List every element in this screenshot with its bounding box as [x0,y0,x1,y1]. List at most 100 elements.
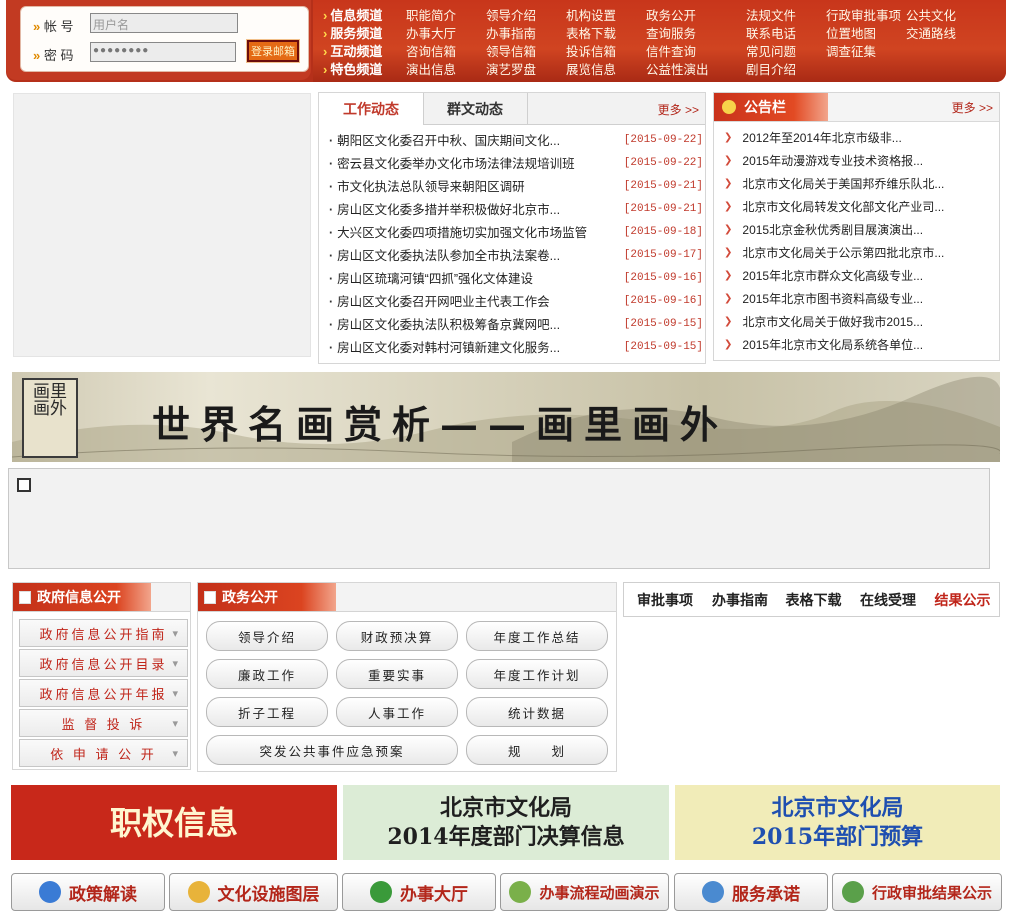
nav-link[interactable]: 公益性演出 [646,59,709,78]
notice-title[interactable]: 2015北京金秋优秀剧目展演演出... [742,221,923,238]
nav-link[interactable]: 法规文件 [746,5,796,24]
notice-more-link[interactable]: 更多 >> [952,99,993,116]
nav-link[interactable]: 演出信息 [406,59,456,78]
nav-link[interactable]: 常见问题 [746,41,796,60]
approval-tab[interactable]: 审批事项 [627,586,704,614]
nav-link[interactable]: 调查征集 [826,41,876,60]
nav-link[interactable]: 查询服务 [646,23,696,42]
news-item[interactable]: 房山区琉璃河镇“四抓”强化文体建设 [2015-09-16] [329,266,703,289]
news-more-link[interactable]: 更多 >> [658,101,699,118]
gov-affairs-link[interactable]: 财政预决算 [336,621,458,651]
gov-info-link[interactable]: 监 督 投 诉 [19,709,188,737]
approval-tab[interactable]: 办事指南 [703,586,778,614]
tab-mass-culture-news[interactable]: 群文动态 [423,93,528,124]
gov-info-link[interactable]: 依 申 请 公 开 [19,739,188,767]
news-item[interactable]: 房山区文化委召开网吧业主代表工作会 [2015-09-16] [329,289,703,312]
login-button[interactable]: 登录邮箱 [246,39,300,63]
gov-affairs-link[interactable]: 统计数据 [466,697,608,727]
news-item[interactable]: 房山区文化委执法队积极筹备京冀网吧... [2015-09-15] [329,312,703,335]
gov-info-link[interactable]: 政府信息公开年报 [19,679,188,707]
gov-affairs-link[interactable]: 折子工程 [206,697,328,727]
notice-item[interactable]: ❯ 2015年动漫游戏专业技术资格报... [724,149,994,172]
media-player[interactable] [8,468,990,569]
notice-title[interactable]: 北京市文化局关于公示第四批北京市... [742,244,944,261]
gov-affairs-link[interactable]: 领导介绍 [206,621,328,651]
nav-link[interactable]: 办事指南 [486,23,536,42]
approval-tab[interactable]: 在线受理 [850,586,927,614]
notice-item[interactable]: ❯ 2015年北京市文化局系统各单位... [724,333,994,356]
news-title[interactable]: 朝阳区文化委召开中秋、国庆期间文化... [329,130,560,149]
news-item[interactable]: 市文化执法总队领导来朝阳区调研 [2015-09-21] [329,174,703,197]
nav-link[interactable]: 交通路线 [906,23,956,42]
nav-link[interactable]: 演艺罗盘 [486,59,536,78]
gov-affairs-link[interactable]: 突发公共事件应急预案 [206,735,458,765]
nav-link[interactable]: 投诉信箱 [566,41,616,60]
notice-item[interactable]: ❯ 北京市文化局关于美国邦乔维乐队北... [724,172,994,195]
video-icon[interactable] [17,478,31,492]
news-item[interactable]: 房山区文化委对韩村河镇新建文化服务... [2015-09-15] [329,335,703,358]
nav-link[interactable]: 公共文化 [906,5,956,24]
news-title[interactable]: 房山区文化委对韩村河镇新建文化服务... [329,337,560,356]
bottom-link-button[interactable]: 行政审批结果公示 [832,873,1002,911]
gov-affairs-link[interactable]: 重要实事 [336,659,458,689]
bottom-link-button[interactable]: 办事流程动画演示 [500,873,669,911]
nav-link[interactable]: 联系电话 [746,23,796,42]
notice-title[interactable]: 2015年北京市文化局系统各单位... [742,336,923,353]
tab-work-news[interactable]: 工作动态 [319,93,424,125]
news-item[interactable]: 朝阳区文化委召开中秋、国庆期间文化... [2015-09-22] [329,128,703,151]
gov-info-link[interactable]: 政府信息公开指南 [19,619,188,647]
notice-item[interactable]: ❯ 北京市文化局关于公示第四批北京市... [724,241,994,264]
notice-item[interactable]: ❯ 北京市文化局转发文化部文化产业司... [724,195,994,218]
news-item[interactable]: 大兴区文化委四项措施切实加强文化市场监管 [2015-09-18] [329,220,703,243]
news-title[interactable]: 大兴区文化委四项措施切实加强文化市场监管 [329,222,587,241]
nav-link[interactable]: 咨询信箱 [406,41,456,60]
nav-channel[interactable]: 信息频道 [313,5,403,24]
approval-tab[interactable]: 结果公示 [926,586,999,614]
nav-link[interactable]: 机构设置 [566,5,616,24]
nav-link[interactable]: 信件查询 [646,41,696,60]
painting-banner[interactable]: 画里画外 世界名画赏析——画里画外 [12,372,1000,462]
approval-tab[interactable]: 表格下载 [777,586,851,614]
notice-title[interactable]: 北京市文化局转发文化部文化产业司... [742,198,944,215]
news-title[interactable]: 密云县文化委举办文化市场法律法规培训班 [329,153,575,172]
news-title[interactable]: 房山区文化委执法队参加全市执法案卷... [329,245,560,264]
gov-info-link[interactable]: 政府信息公开目录 [19,649,188,677]
nav-link[interactable]: 位置地图 [826,23,876,42]
news-title[interactable]: 市文化执法总队领导来朝阳区调研 [329,176,525,195]
notice-item[interactable]: ❯ 2015北京金秋优秀剧目展演演出... [724,218,994,241]
bottom-link-button[interactable]: 文化设施图层 [169,873,338,911]
gov-affairs-link[interactable]: 人事工作 [336,697,458,727]
news-title[interactable]: 房山区文化委多措并举积极做好北京市... [329,199,560,218]
username-input[interactable]: 用户名 [90,13,238,33]
promo-banner[interactable]: 职权信息 [11,785,337,860]
nav-link[interactable]: 剧目介绍 [746,59,796,78]
bottom-link-button[interactable]: 政策解读 [11,873,165,911]
nav-link[interactable]: 政务公开 [646,5,696,24]
news-title[interactable]: 房山区琉璃河镇“四抓”强化文体建设 [329,268,533,287]
notice-item[interactable]: ❯ 2015年北京市群众文化高级专业... [724,264,994,287]
nav-link[interactable]: 领导介绍 [486,5,536,24]
gov-affairs-link[interactable]: 年度工作计划 [466,659,608,689]
nav-link[interactable]: 领导信箱 [486,41,536,60]
nav-link[interactable]: 表格下载 [566,23,616,42]
news-title[interactable]: 房山区文化委召开网吧业主代表工作会 [329,291,550,310]
notice-item[interactable]: ❯ 2012年至2014年北京市级非... [724,126,994,149]
news-title[interactable]: 房山区文化委执法队积极筹备京冀网吧... [329,314,560,333]
password-input[interactable]: ●●●●●●●● [90,42,236,62]
notice-title[interactable]: 北京市文化局关于做好我市2015... [742,313,923,330]
promo-banner[interactable]: 北京市文化局 2014年度部门决算信息 [343,785,669,860]
notice-item[interactable]: ❯ 北京市文化局关于做好我市2015... [724,310,994,333]
bottom-link-button[interactable]: 服务承诺 [674,873,828,911]
gov-affairs-link[interactable]: 年度工作总结 [466,621,608,651]
promo-banner[interactable]: 北京市文化局 2015年部门预算 [675,785,1000,860]
nav-link[interactable]: 职能简介 [406,5,456,24]
nav-channel[interactable]: 服务频道 [313,23,403,42]
notice-title[interactable]: 北京市文化局关于美国邦乔维乐队北... [742,175,944,192]
bottom-link-button[interactable]: 办事大厅 [342,873,496,911]
nav-link[interactable]: 行政审批事项 [826,5,901,24]
nav-link[interactable]: 展览信息 [566,59,616,78]
news-item[interactable]: 密云县文化委举办文化市场法律法规培训班 [2015-09-22] [329,151,703,174]
notice-title[interactable]: 2015年北京市群众文化高级专业... [742,267,923,284]
nav-channel[interactable]: 特色频道 [313,59,403,78]
notice-title[interactable]: 2015年动漫游戏专业技术资格报... [742,152,923,169]
